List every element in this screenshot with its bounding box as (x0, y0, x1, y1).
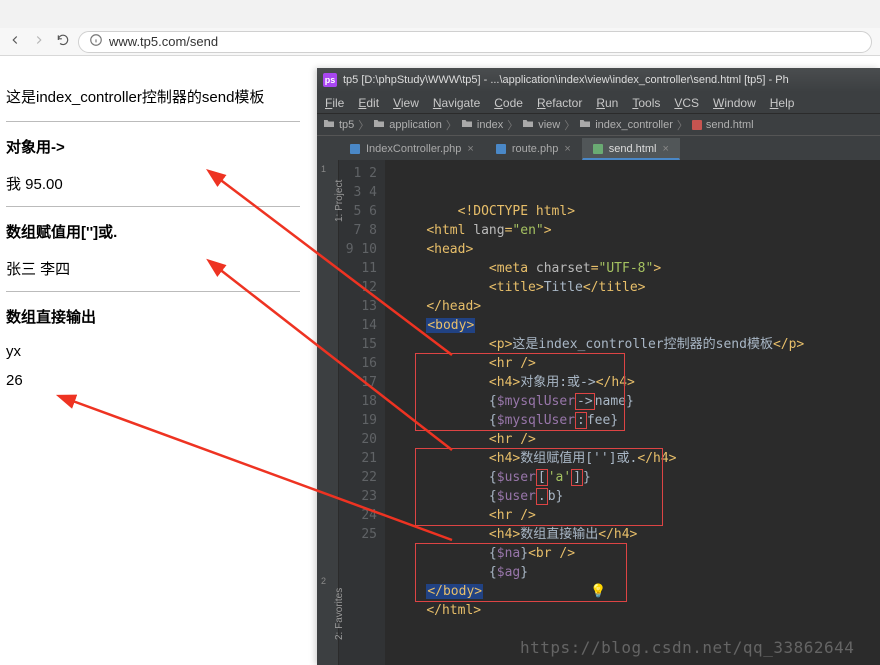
section-heading-2: 数组赋值用['']或. (6, 221, 300, 242)
favorites-tool-label[interactable]: 2: Favorites (334, 588, 345, 640)
intro-text: 这是index_controller控制器的send模板 (6, 86, 300, 107)
folder-icon (323, 118, 335, 131)
menu-view[interactable]: View (393, 96, 419, 110)
code-line[interactable]: {$ag} (395, 563, 880, 582)
intention-bulb-icon[interactable]: 💡 (590, 582, 606, 601)
html-file-icon (593, 144, 603, 154)
section-value-3b: 26 (6, 372, 300, 389)
menu-refactor[interactable]: Refactor (537, 96, 582, 110)
code-line[interactable]: <!DOCTYPE html> (395, 202, 880, 221)
section-heading-3: 数组直接输出 (6, 306, 300, 327)
code-line[interactable]: <html lang="en"> (395, 221, 880, 240)
menu-run[interactable]: Run (596, 96, 618, 110)
close-icon[interactable]: × (662, 143, 668, 155)
reload-icon[interactable] (56, 33, 70, 50)
chevron-right-icon: 〉 (507, 117, 518, 133)
code-line[interactable]: <title>Title</title> (395, 278, 880, 297)
code-line[interactable]: <meta charset="UTF-8"> (395, 259, 880, 278)
address-bar[interactable]: www.tp5.com/send (78, 31, 872, 53)
menu-tools[interactable]: Tools (632, 96, 660, 110)
code-line[interactable]: {$mysqlUser->name} (395, 392, 880, 411)
menu-vcs[interactable]: VCS (674, 96, 699, 110)
code-line[interactable]: </head> (395, 297, 880, 316)
code-line[interactable]: <body> (395, 316, 880, 335)
ide-window: ps tp5 [D:\phpStudy\WWW\tp5] - ...\appli… (317, 68, 880, 665)
breadcrumb-item[interactable]: send.html (692, 119, 754, 131)
close-icon[interactable]: × (467, 143, 473, 155)
folder-icon (373, 118, 385, 131)
breadcrumb-item[interactable]: view〉 (522, 117, 575, 133)
breadcrumb-item[interactable]: index_controller〉 (579, 117, 688, 133)
project-tool-label[interactable]: 1: Project (334, 180, 345, 222)
code-line[interactable]: {$user['a']} (395, 468, 880, 487)
folder-icon (461, 118, 473, 131)
ide-title-text: tp5 [D:\phpStudy\WWW\tp5] - ...\applicat… (343, 74, 789, 86)
code-line[interactable]: <head> (395, 240, 880, 259)
html-file-icon (692, 120, 702, 130)
code-line[interactable]: </html> (395, 601, 880, 620)
chevron-right-icon: 〉 (677, 117, 688, 133)
menu-window[interactable]: Window (713, 96, 756, 110)
code-line[interactable]: {$mysqlUser:fee} (395, 411, 880, 430)
menu-file[interactable]: File (325, 96, 344, 110)
ide-tool-sidebar[interactable]: 1 1: Project 2 2: Favorites (317, 160, 339, 665)
code-line[interactable]: {$na}<br /> (395, 544, 880, 563)
site-info-icon[interactable] (89, 33, 103, 50)
code-line[interactable]: <hr /> (395, 506, 880, 525)
ide-menubar[interactable]: File Edit View Navigate Code Refactor Run Tools… (317, 92, 880, 114)
section-value-3a: yx (6, 343, 300, 360)
folder-icon (522, 118, 534, 131)
folder-icon (579, 118, 591, 131)
menu-navigate[interactable]: Navigate (433, 96, 480, 110)
menu-code[interactable]: Code (494, 96, 523, 110)
ide-editor-tabs[interactable]: IndexController.php×route.php×send.html× (317, 136, 880, 160)
line-number-gutter[interactable]: 1 2 3 4 5 6 7 8 9 10 11 12 13 14 15 16 1… (339, 160, 385, 665)
editor-tab-route-php[interactable]: route.php× (485, 138, 582, 160)
browser-toolbar: www.tp5.com/send (0, 28, 880, 56)
code-line[interactable]: <h4>数组直接输出</h4> (395, 525, 880, 544)
code-line[interactable]: <hr /> (395, 430, 880, 449)
section-heading-1: 对象用-> (6, 136, 300, 157)
code-line[interactable]: {$user.b} (395, 487, 880, 506)
breadcrumb-item[interactable]: index〉 (461, 117, 518, 133)
code-editor[interactable]: <!DOCTYPE html> <html lang="en"> <head> … (385, 160, 880, 665)
url-text: www.tp5.com/send (109, 34, 218, 49)
code-line[interactable]: <p>这是index_controller控制器的send模板</p> (395, 335, 880, 354)
php-file-icon (350, 144, 360, 154)
watermark-text: https://blog.csdn.net/qq_33862644 (520, 638, 854, 657)
rendered-page: 这是index_controller控制器的send模板 对象用-> 我 95.… (0, 56, 310, 411)
breadcrumb-item[interactable]: application〉 (373, 117, 457, 133)
close-icon[interactable]: × (564, 143, 570, 155)
php-file-icon (496, 144, 506, 154)
breadcrumb-item[interactable]: tp5〉 (323, 117, 369, 133)
code-line[interactable]: <h4>数组赋值用['']或.</h4> (395, 449, 880, 468)
editor-tab-send-html[interactable]: send.html× (582, 138, 680, 160)
divider (6, 206, 300, 207)
code-line[interactable]: <h4>对象用:或-></h4> (395, 373, 880, 392)
section-value-2: 张三 李四 (6, 258, 300, 279)
menu-help[interactable]: Help (770, 96, 795, 110)
ide-breadcrumbs[interactable]: tp5〉application〉index〉view〉index_control… (317, 114, 880, 136)
editor-tab-indexcontroller-php[interactable]: IndexController.php× (339, 138, 485, 160)
code-line[interactable]: </body> (395, 582, 880, 601)
chevron-right-icon: 〉 (446, 117, 457, 133)
chevron-right-icon: 〉 (564, 117, 575, 133)
section-value-1: 我 95.00 (6, 173, 300, 194)
code-line[interactable]: <hr /> (395, 354, 880, 373)
divider (6, 291, 300, 292)
browser-tab-strip[interactable] (0, 0, 880, 28)
ide-titlebar[interactable]: ps tp5 [D:\phpStudy\WWW\tp5] - ...\appli… (317, 68, 880, 92)
back-icon[interactable] (8, 33, 22, 50)
phpstorm-icon: ps (323, 73, 337, 87)
divider (6, 121, 300, 122)
forward-icon[interactable] (32, 33, 46, 50)
menu-edit[interactable]: Edit (358, 96, 379, 110)
chevron-right-icon: 〉 (358, 117, 369, 133)
